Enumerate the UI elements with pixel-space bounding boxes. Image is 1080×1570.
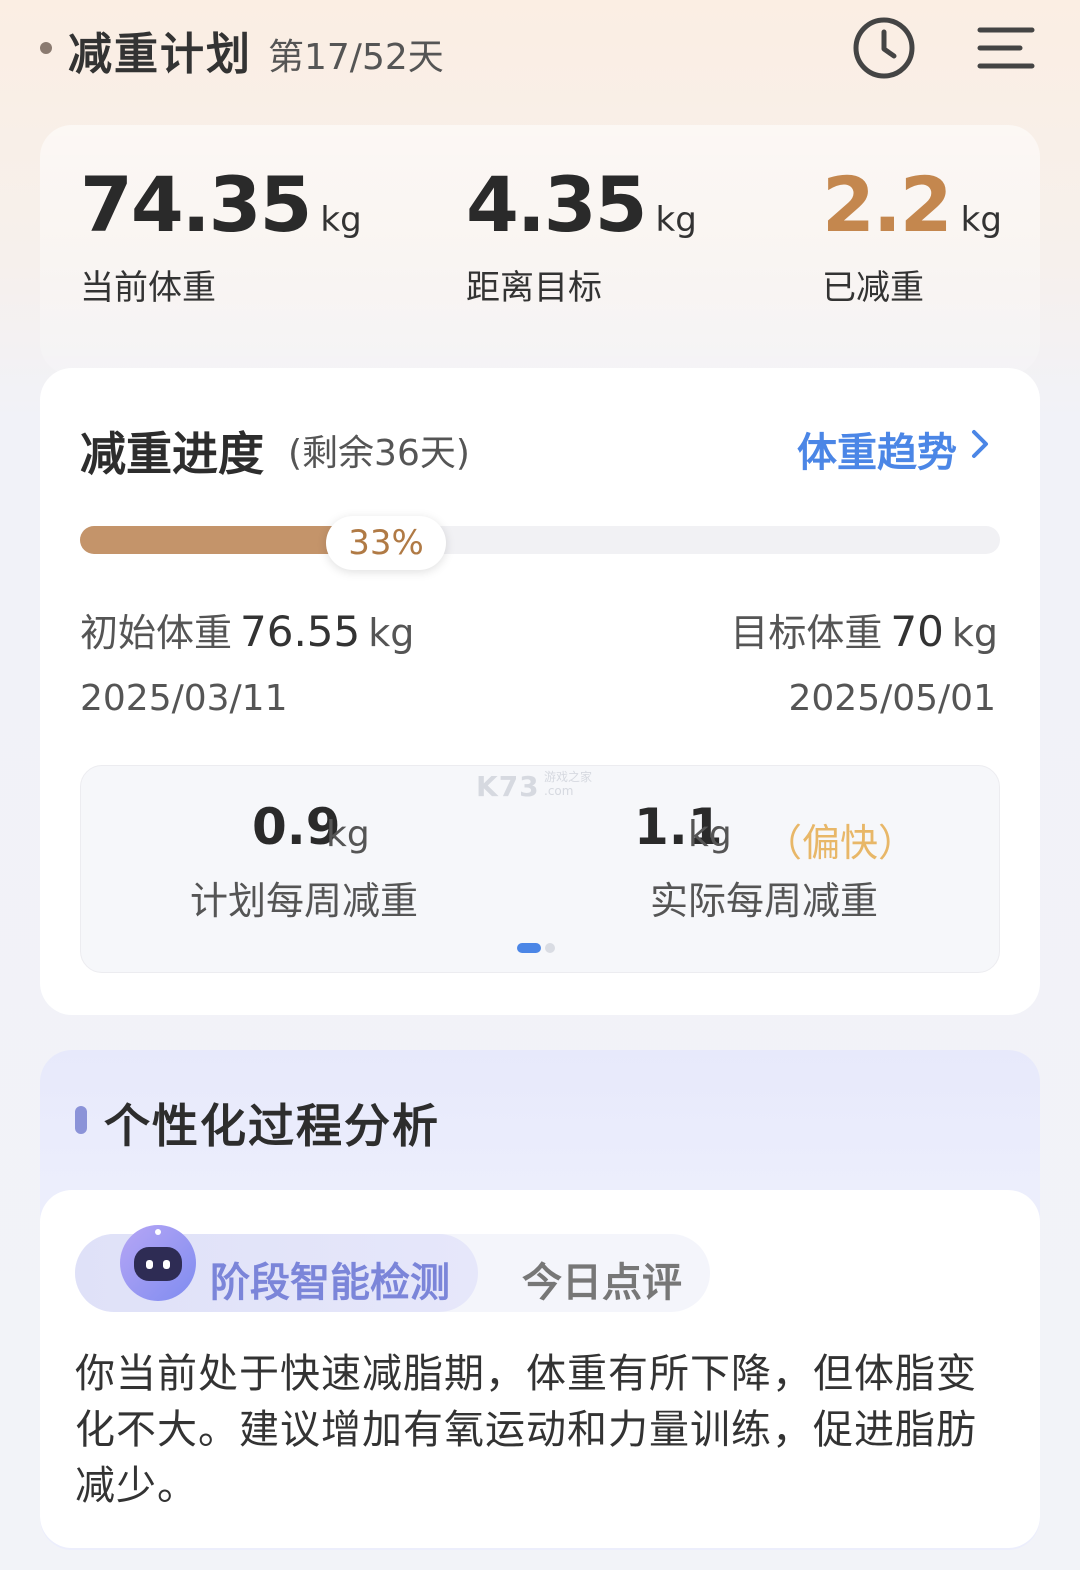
stat-value: 4.35 bbox=[466, 160, 648, 249]
watermark-sub: 游戏之家 .com bbox=[544, 770, 593, 798]
clock-icon[interactable] bbox=[852, 16, 916, 80]
target-weight: 目标体重 70 kg bbox=[730, 602, 998, 657]
stat-label: 已减重 bbox=[822, 268, 924, 308]
target-date: 2025/05/01 bbox=[788, 678, 997, 719]
watermark: K73 bbox=[476, 770, 540, 803]
pager-dot-active[interactable] bbox=[517, 943, 541, 953]
stat-label: 当前体重 bbox=[80, 268, 216, 308]
weight-lost-stat: 2.2 kg 已减重 bbox=[822, 160, 1002, 309]
pager-dot[interactable] bbox=[545, 943, 555, 953]
actual-weekly-label: 实际每周减重 bbox=[650, 879, 879, 923]
title-dot bbox=[40, 42, 52, 54]
distance-to-goal-stat: 4.35 kg 距离目标 bbox=[466, 160, 697, 309]
analysis-title: 个性化过程分析 bbox=[104, 1099, 440, 1153]
section-marker bbox=[75, 1106, 87, 1134]
start-weight: 初始体重 76.55 kg bbox=[80, 602, 414, 657]
target-weight-unit: kg bbox=[951, 611, 998, 655]
too-fast-note: （偏快） bbox=[764, 821, 917, 865]
day-counter: 第17/52天 bbox=[268, 37, 444, 78]
target-weight-label: 目标体重 bbox=[730, 611, 883, 655]
menu-icon[interactable] bbox=[974, 16, 1038, 80]
tab-daily-review[interactable]: 今日点评 bbox=[522, 1250, 682, 1308]
stat-value: 2.2 bbox=[822, 160, 953, 249]
start-weight-value: 76.55 bbox=[240, 607, 361, 656]
tab-stage-detection-label[interactable]: 阶段智能检测 bbox=[210, 1250, 450, 1308]
robot-icon bbox=[120, 1225, 196, 1301]
remaining-days: (剩余36天) bbox=[288, 433, 470, 474]
current-weight-stat: 74.35 kg 当前体重 bbox=[80, 160, 362, 309]
stat-value: 74.35 bbox=[80, 160, 312, 249]
start-weight-unit: kg bbox=[368, 611, 415, 655]
stat-label: 距离目标 bbox=[466, 268, 602, 308]
weight-trend-link[interactable]: 体重趋势 bbox=[797, 420, 957, 478]
target-weight-value: 70 bbox=[890, 607, 944, 656]
start-weight-label: 初始体重 bbox=[80, 611, 233, 655]
plan-weekly-unit: kg bbox=[326, 814, 370, 855]
page-title: 减重计划 bbox=[68, 29, 252, 80]
header: 减重计划 第17/52天 bbox=[0, 0, 1080, 100]
progress-bar bbox=[80, 526, 1000, 554]
stat-unit: kg bbox=[320, 200, 362, 240]
weekly-rate-panel[interactable] bbox=[80, 765, 1000, 973]
start-date: 2025/03/11 bbox=[80, 678, 288, 719]
progress-title: 减重进度 bbox=[80, 427, 264, 481]
plan-weekly-label: 计划每周减重 bbox=[190, 879, 419, 923]
analysis-advice-text: 你当前处于快速减脂期，体重有所下降，但体脂变化不大。建议增加有氧运动和力量训练，… bbox=[75, 1351, 977, 1509]
progress-percent-badge: 33% bbox=[326, 516, 446, 570]
actual-weekly-unit: kg bbox=[688, 814, 732, 855]
chevron-right-icon[interactable] bbox=[966, 424, 994, 464]
stat-unit: kg bbox=[960, 200, 1002, 240]
stat-unit: kg bbox=[655, 200, 697, 240]
